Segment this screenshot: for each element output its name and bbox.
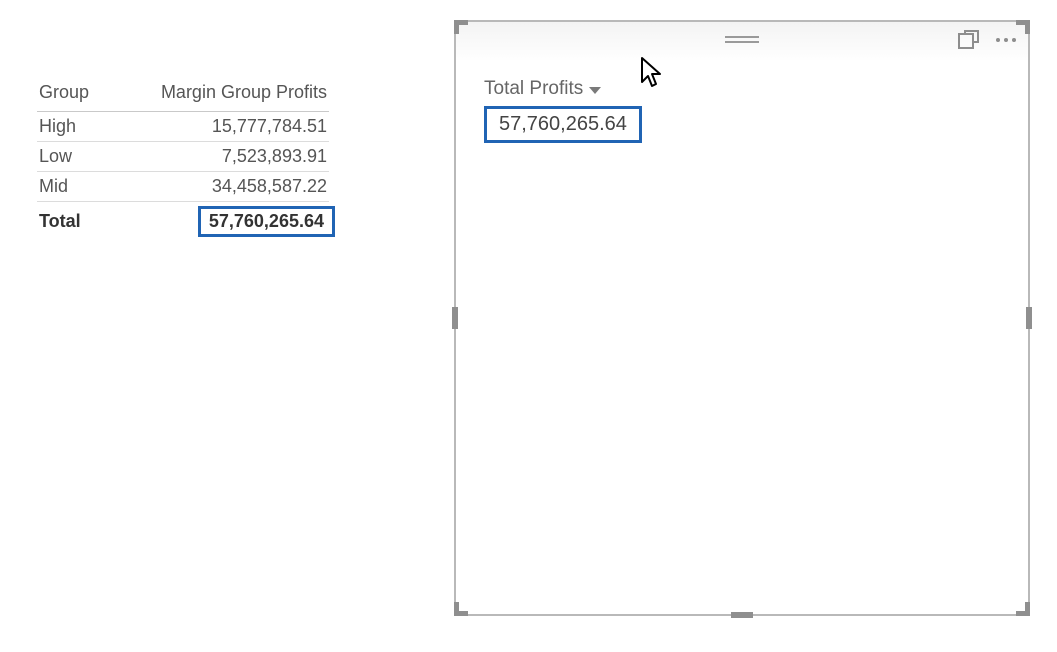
matrix-total-row[interactable]: Total 57,760,265.64 [37,202,329,240]
cell-group: High [37,112,107,142]
matrix-header-row: Group Margin Group Profits [37,78,329,112]
drag-handle-icon[interactable] [725,36,759,46]
cell-group: Mid [37,172,107,202]
card-value: 57,760,265.64 [484,106,642,143]
focus-mode-icon[interactable] [958,30,980,50]
resize-handle-top-right[interactable] [1012,20,1030,38]
cell-profits: 7,523,893.91 [107,142,329,172]
card-body: Total Profits 57,760,265.64 [456,60,1028,161]
total-label: Total [37,202,107,240]
card-title-row[interactable]: Total Profits [484,78,1000,100]
total-value: 57,760,265.64 [107,202,329,240]
table-row[interactable]: Low 7,523,893.91 [37,142,329,172]
col-header-profits[interactable]: Margin Group Profits [107,78,329,112]
chevron-down-icon[interactable] [589,87,601,94]
cell-profits: 34,458,587.22 [107,172,329,202]
table-row[interactable]: Mid 34,458,587.22 [37,172,329,202]
resize-handle-left[interactable] [452,307,458,329]
cell-group: Low [37,142,107,172]
table-row[interactable]: High 15,777,784.51 [37,112,329,142]
card-title: Total Profits [484,78,583,100]
total-value-highlight: 57,760,265.64 [198,206,335,237]
col-header-group[interactable]: Group [37,78,107,112]
resize-handle-top-left[interactable] [454,20,472,38]
visual-header[interactable] [456,22,1028,60]
resize-handle-right[interactable] [1026,307,1032,329]
card-visual-container[interactable]: Total Profits 57,760,265.64 [454,20,1030,616]
resize-handle-bottom[interactable] [731,612,753,618]
resize-handle-bottom-left[interactable] [454,598,472,616]
margin-group-matrix[interactable]: Group Margin Group Profits High 15,777,7… [37,78,329,239]
cell-profits: 15,777,784.51 [107,112,329,142]
resize-handle-bottom-right[interactable] [1012,598,1030,616]
